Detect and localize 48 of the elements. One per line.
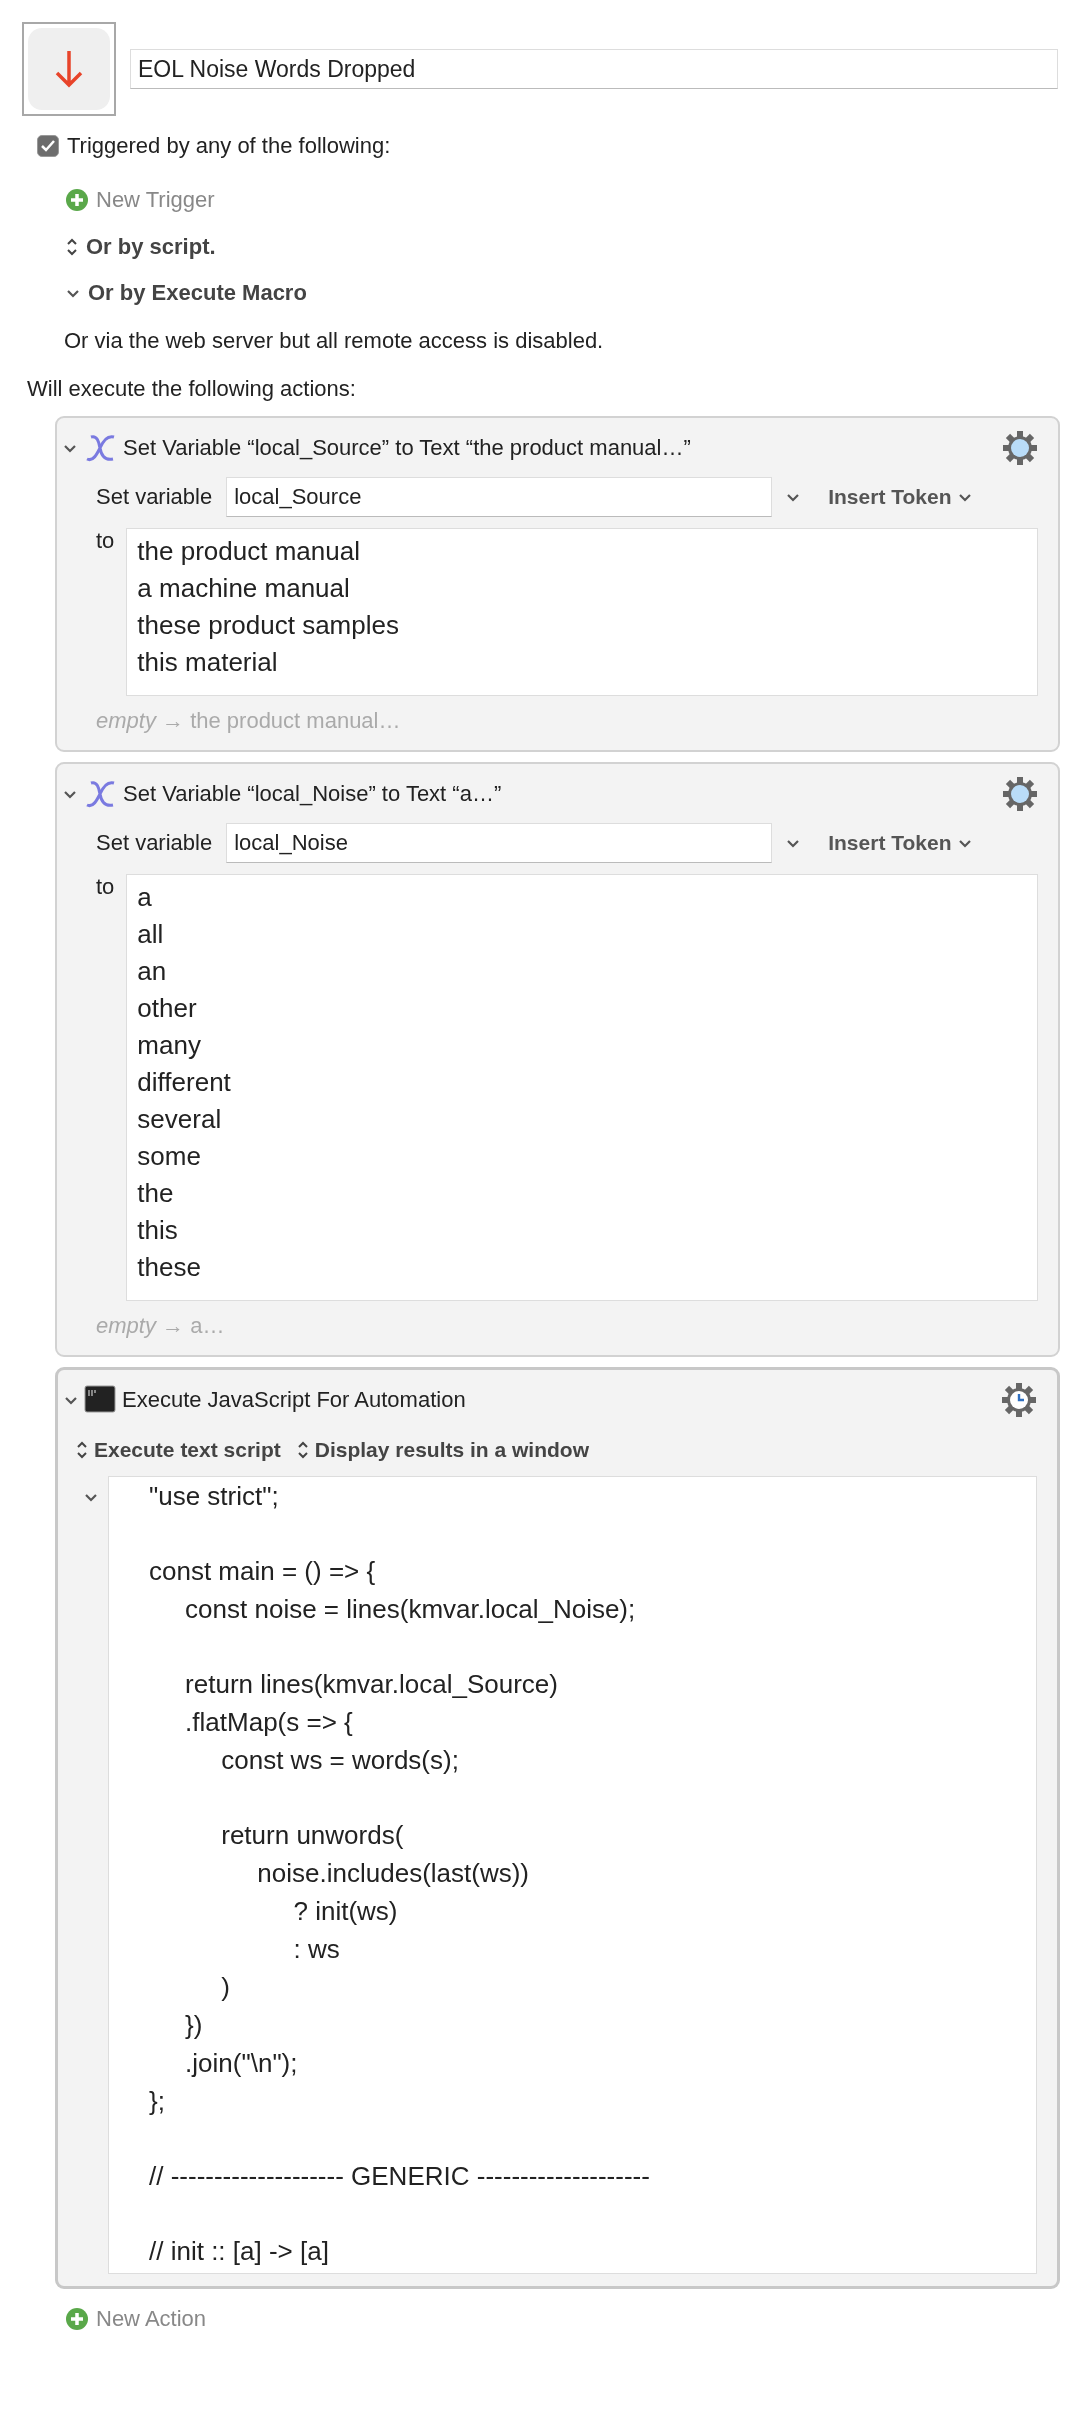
actions-heading: Will execute the following actions: (27, 376, 356, 402)
field-label: Set variable (96, 830, 213, 856)
action-title: Set Variable “local_Noise” to Text “a…” (123, 781, 502, 807)
trigger-label: Triggered by any of the following: (67, 133, 391, 159)
gear-icon[interactable] (1002, 776, 1038, 812)
terminal-icon (84, 1385, 116, 1415)
chevron-icon[interactable] (957, 492, 972, 502)
action-title: Set Variable “local_Source” to Text “the product manual…” (123, 435, 691, 461)
dropdown-chevron-icon[interactable] (786, 492, 801, 502)
chevron-icon[interactable] (957, 838, 972, 848)
preview-text: empty → the product manual… (95, 707, 402, 735)
code-editor[interactable]: "use strict"; const main = () => { const noise = lines(kmvar.local_Noise); return lines(kmvar.local_Source) .flatMap(s => { const ws = words(s); return unwords( noise.includes(last(ws)) ? init(ws) : ws ) }) .join("\n"); }; // -------------------- GENERIC -------------------- // init :: [a] -> [a] (108, 1476, 1037, 2274)
collapse-chevron-icon[interactable] (84, 1492, 98, 1502)
popup-menu[interactable]: Execute text script (76, 1438, 281, 1462)
insert-token-menu[interactable]: Insert Token (828, 831, 972, 855)
text-area[interactable]: the product manual a machine manual these product samples this material (126, 528, 1038, 696)
up-down-chevron-icon (296, 1440, 309, 1460)
text-area[interactable]: a all an other many different several some the this these (126, 874, 1038, 1301)
field-label: to (96, 874, 115, 901)
macro-icon-well[interactable] (22, 22, 116, 116)
new-trigger-link[interactable]: New Trigger (96, 187, 215, 213)
insert-token-menu[interactable]: Insert Token (828, 485, 972, 509)
trigger-checkbox[interactable] (37, 135, 59, 157)
web-server-note: Or via the web server but all remote access is disabled. (64, 328, 604, 354)
gear-clock-icon[interactable] (1001, 1382, 1037, 1418)
disclosure-toggle[interactable] (63, 443, 77, 453)
up-down-chevron-icon (66, 237, 78, 257)
new-action-link[interactable]: New Action (96, 2306, 207, 2332)
up-down-chevron-icon (76, 1440, 88, 1460)
add-icon (66, 2308, 88, 2330)
macro-name-field[interactable]: EOL Noise Words Dropped (130, 49, 1058, 89)
trigger-option[interactable]: Or by script. (86, 234, 216, 260)
preview-text: empty → a… (95, 1312, 226, 1340)
checkmark-icon (41, 140, 55, 152)
disclosure-toggle[interactable] (64, 1395, 78, 1405)
disclosure-toggle[interactable] (63, 789, 77, 799)
add-icon (66, 189, 88, 211)
field-label: to (96, 528, 115, 555)
variable-field[interactable]: local_Noise (226, 823, 773, 863)
trigger-option[interactable]: Or by Execute Macro (88, 280, 307, 306)
action-title: Execute JavaScript For Automation (122, 1387, 466, 1413)
variable-field[interactable]: local_Source (226, 477, 773, 517)
gear-icon[interactable] (1002, 430, 1038, 466)
popup-menu[interactable]: Display results in a window (296, 1438, 589, 1462)
field-label: Set variable (96, 484, 213, 510)
disclosure-toggle[interactable] (66, 288, 80, 298)
down-arrow-icon (54, 49, 84, 89)
dropdown-chevron-icon[interactable] (786, 838, 801, 848)
